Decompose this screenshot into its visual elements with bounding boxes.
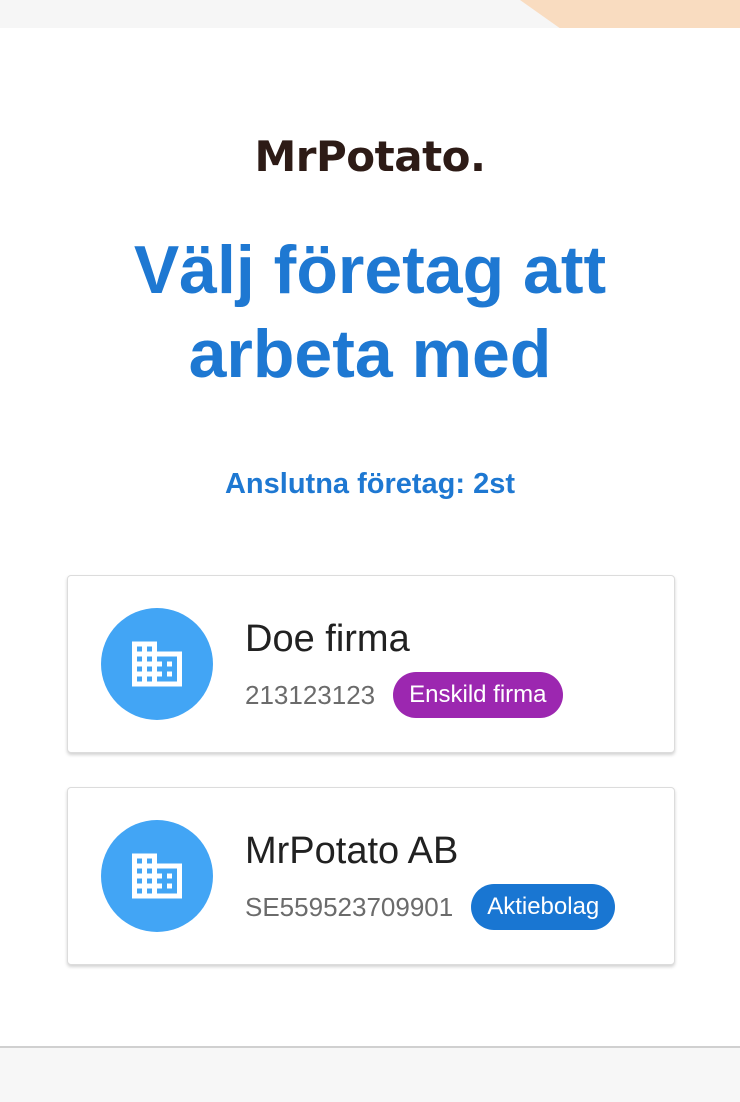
business-icon [132,641,182,687]
business-icon [132,853,182,899]
company-type-badge: Enskild firma [393,672,563,718]
company-card-mrpotato-ab[interactable]: MrPotato AB SE559523709901 Aktiebolag [67,787,675,965]
company-type-badge: Aktiebolag [471,884,616,930]
page-title: Välj företag att arbeta med [133,232,607,392]
company-name: Doe firma [245,618,410,660]
bottom-bar [0,1046,740,1102]
company-card-doe-firma[interactable]: Doe firma 213123123 Enskild firma [67,575,675,753]
brand-logo: MrPotato. [254,132,486,181]
org-number: SE559523709901 [245,891,454,922]
org-number: 213123123 [245,679,376,710]
connected-companies-count: Anslutna företag: 2st [224,468,516,500]
company-meta: 213123123 Enskild firma [245,672,563,718]
company-avatar [101,608,213,720]
company-avatar [101,820,213,932]
company-meta: SE559523709901 Aktiebolag [245,884,616,930]
company-name: MrPotato AB [245,830,459,872]
